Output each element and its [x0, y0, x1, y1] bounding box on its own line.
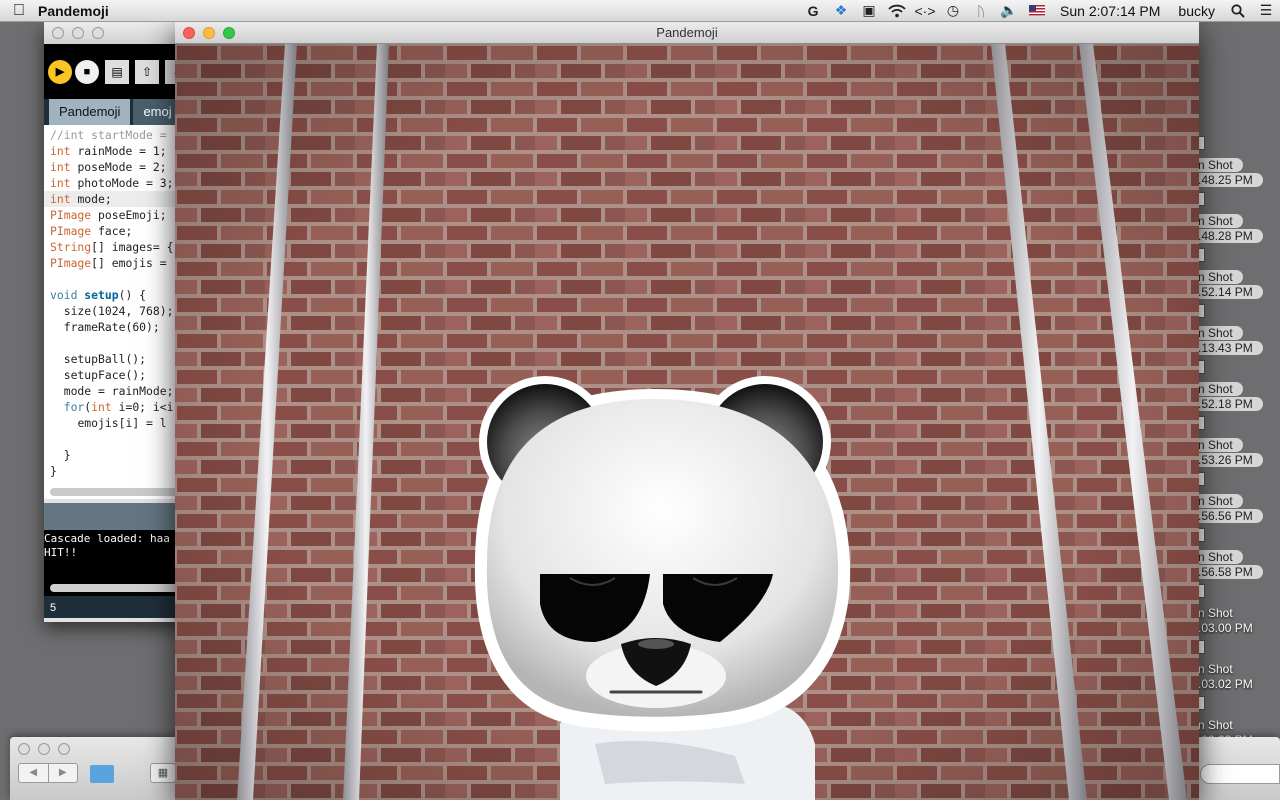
user-menu[interactable]: bucky: [1169, 3, 1224, 19]
close-button[interactable]: [18, 743, 30, 755]
us-flag-icon[interactable]: [1023, 0, 1051, 22]
notification-list-icon[interactable]: ☰: [1252, 0, 1280, 22]
desktop-file[interactable]: n Shot .52.18 PM: [1190, 360, 1280, 411]
back-forward-buttons: ◀ ▶: [18, 763, 78, 783]
clock[interactable]: Sun 2:07:14 PM: [1051, 3, 1169, 19]
desktop-file[interactable]: n Shot .53.26 PM: [1190, 416, 1280, 467]
battery-icon[interactable]: ▣: [855, 0, 883, 22]
time-machine-icon[interactable]: ◷: [939, 0, 967, 22]
growl-icon[interactable]: G: [799, 0, 827, 22]
desktop-file[interactable]: n Shot .56.56 PM: [1190, 472, 1280, 523]
tab-pandemoji[interactable]: Pandemoji: [49, 99, 131, 125]
zoom-button[interactable]: [223, 26, 235, 39]
code-icon[interactable]: <·>: [911, 0, 939, 22]
sketch-titlebar: Pandemoji: [175, 22, 1199, 44]
spotlight-icon[interactable]: [1224, 0, 1252, 22]
apple-menu-icon[interactable]: : [0, 2, 38, 20]
wifi-icon[interactable]: [883, 0, 911, 22]
close-button[interactable]: [183, 26, 195, 39]
back-arrow-icon[interactable]: ◀: [19, 764, 48, 782]
minimize-button[interactable]: [203, 26, 215, 39]
sketch-canvas[interactable]: [175, 44, 1199, 800]
desktop-file[interactable]: n Shot .13.43 PM: [1190, 304, 1280, 355]
pandemoji-sketch-window: Pandemoji: [175, 22, 1199, 800]
minimize-button[interactable]: [38, 743, 50, 755]
desktop-file[interactable]: n Shot .03.00 PM: [1190, 584, 1280, 635]
window-title: Pandemoji: [656, 25, 718, 40]
run-button[interactable]: ▶: [48, 59, 72, 84]
zoom-button[interactable]: [92, 27, 104, 39]
zoom-button[interactable]: [58, 743, 70, 755]
desktop-file[interactable]: n Shot .03.02 PM: [1190, 640, 1280, 691]
folder-icon[interactable]: [90, 765, 114, 783]
stop-button[interactable]: ■: [75, 59, 99, 84]
scrollbar-thumb[interactable]: [50, 488, 190, 496]
app-menu[interactable]: Pandemoji: [38, 3, 109, 19]
open-file-icon[interactable]: ⇧: [135, 59, 159, 84]
minimize-button[interactable]: [72, 27, 84, 39]
close-button[interactable]: [52, 27, 64, 39]
desktop-file[interactable]: n Shot .56.58 PM: [1190, 528, 1280, 579]
webcam-frame: [175, 44, 1199, 800]
forward-arrow-icon[interactable]: ▶: [47, 764, 78, 782]
finder-search-field[interactable]: [1200, 764, 1280, 784]
desktop-file[interactable]: n Shot .48.28 PM: [1190, 192, 1280, 243]
new-file-icon[interactable]: ▤: [105, 59, 129, 84]
volume-icon[interactable]: 🔈: [995, 0, 1023, 22]
desktop-file[interactable]: n Shot .48.25 PM: [1190, 136, 1280, 187]
dropbox-icon[interactable]: ❖: [827, 0, 855, 22]
panda-emoji-mask: [474, 376, 851, 732]
menu-bar:  Pandemoji G ❖ ▣ <·> ◷ ᚢ 🔈 Sun 2:07:14 …: [0, 0, 1280, 22]
bluetooth-icon[interactable]: ᚢ: [967, 0, 995, 22]
icon-view-icon[interactable]: ▦: [150, 763, 176, 783]
desktop-file[interactable]: n Shot .52.14 PM: [1190, 248, 1280, 299]
